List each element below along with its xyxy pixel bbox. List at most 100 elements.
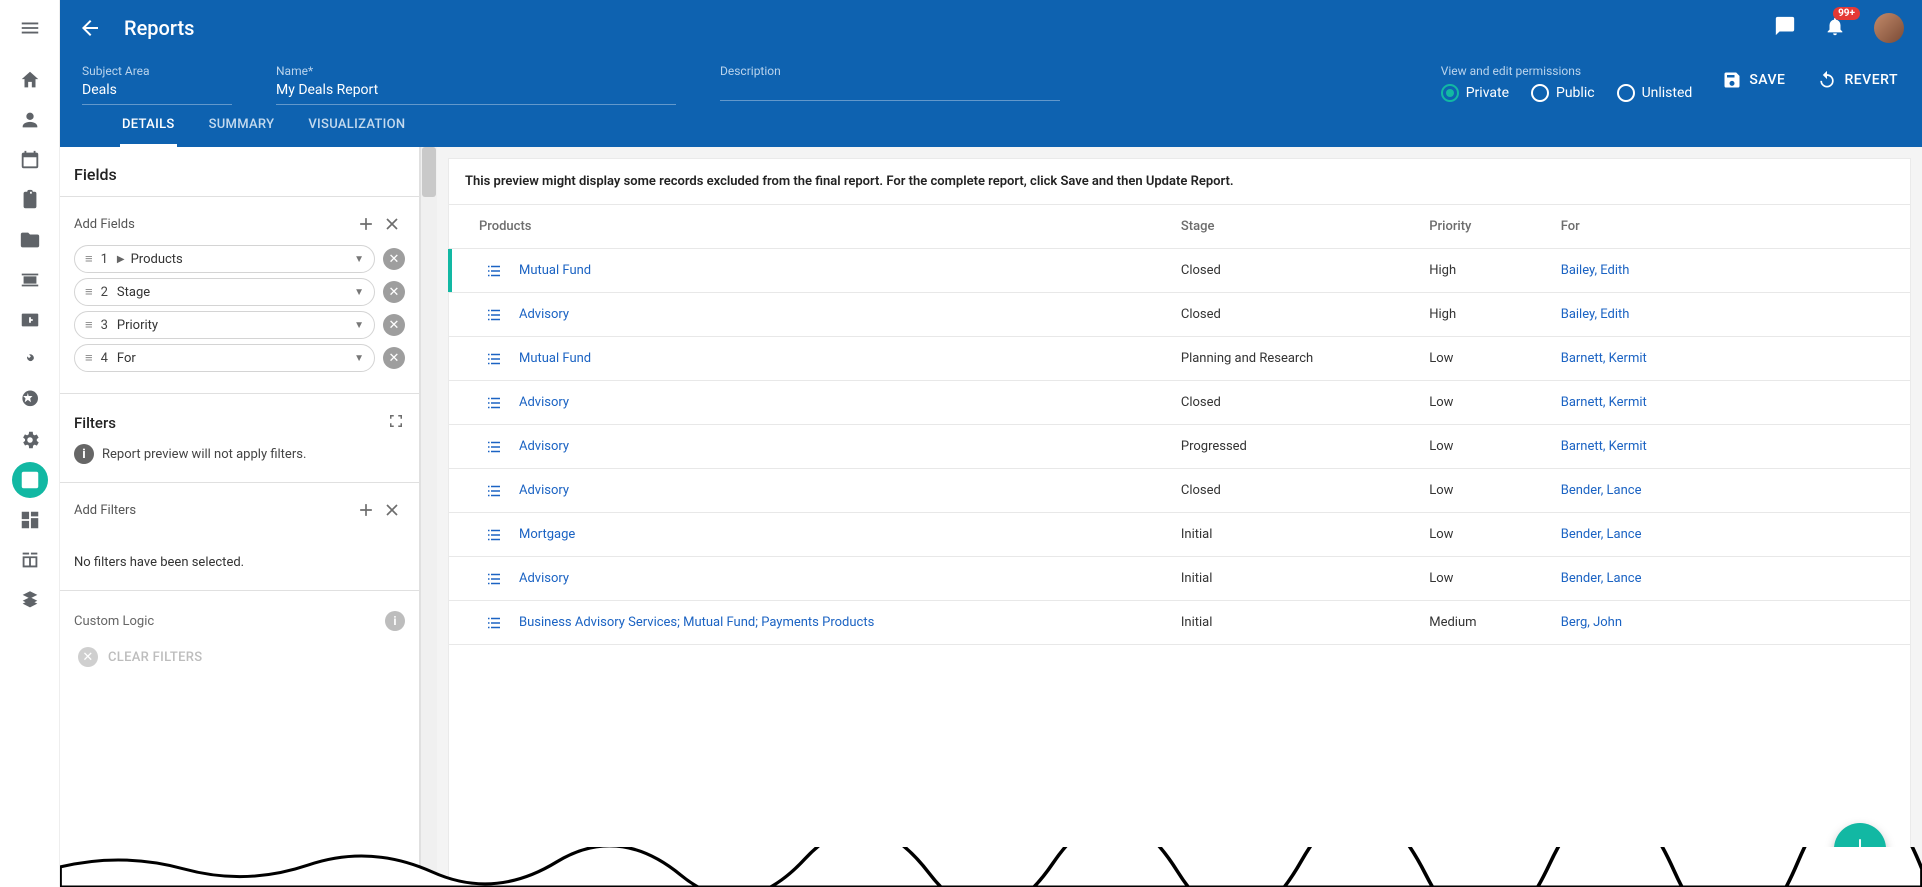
report-name-value: My Deals Report [276,81,676,105]
nav-clipboard-icon[interactable] [0,180,60,220]
col-header-for[interactable]: For [1545,205,1910,249]
field-chip-body[interactable]: ≡ 2 Stage ▼ [74,278,375,306]
nav-home-icon[interactable] [0,60,60,100]
cell-products[interactable]: Advisory [519,571,569,586]
table-row[interactable]: Advisory Progressed Low Barnett, Kermit [449,425,1910,469]
list-icon [485,352,503,366]
chevron-down-icon[interactable]: ▼ [354,353,364,364]
nav-tools-icon[interactable] [0,340,60,380]
list-icon [485,264,503,278]
nav-money-icon[interactable] [0,300,60,340]
cell-for[interactable]: Bender, Lance [1561,527,1642,542]
subject-area-field[interactable]: Subject Area Deals [82,64,232,105]
table-row[interactable]: Mortgage Initial Low Bender, Lance [449,513,1910,557]
table-row[interactable]: Business Advisory Services; Mutual Fund;… [449,601,1910,645]
field-index: 3 [101,318,108,333]
table-row[interactable]: Advisory Closed Low Bender, Lance [449,469,1910,513]
remove-field-button[interactable]: ✕ [383,281,405,303]
save-button[interactable]: SAVE [1720,64,1787,96]
fab-add-button[interactable]: ＋ [1834,823,1886,875]
back-button[interactable] [78,16,102,40]
report-name-field[interactable]: Name* My Deals Report [276,64,676,105]
cell-products[interactable]: Business Advisory Services; Mutual Fund;… [519,615,874,630]
nav-dashboard-icon[interactable] [0,500,60,540]
cell-products[interactable]: Mortgage [519,527,575,542]
tab-summary[interactable]: SUMMARY [207,105,277,147]
tab-visualization[interactable]: VISUALIZATION [306,105,407,147]
field-chip-body[interactable]: ≡ 3 Priority ▼ [74,311,375,339]
nav-profile-icon[interactable] [0,100,60,140]
drag-handle-icon[interactable]: ≡ [85,284,93,300]
nav-reports-icon[interactable] [0,460,60,500]
col-header-priority[interactable]: Priority [1413,205,1544,249]
nav-folder-icon[interactable] [0,220,60,260]
table-row[interactable]: Mutual Fund Planning and Research Low Ba… [449,337,1910,381]
cell-for[interactable]: Barnett, Kermit [1561,351,1647,366]
nav-contacts-icon[interactable] [0,260,60,300]
close-filters-button[interactable] [379,497,405,523]
radio-public[interactable]: Public [1531,84,1595,102]
hamburger-menu[interactable] [0,0,59,56]
table-row[interactable]: Advisory Initial Low Bender, Lance [449,557,1910,601]
remove-field-button[interactable]: ✕ [383,347,405,369]
remove-field-button[interactable]: ✕ [383,314,405,336]
cell-products[interactable]: Advisory [519,307,569,322]
cell-products[interactable]: Mutual Fund [519,263,591,278]
permissions-group: View and edit permissions Private Public… [1441,64,1693,102]
add-filter-button[interactable] [353,497,379,523]
field-chip-body[interactable]: ≡ 1 ▶ Products ▼ [74,245,375,273]
nav-layers-icon[interactable] [0,580,60,620]
table-row[interactable]: Advisory Closed Low Barnett, Kermit [449,381,1910,425]
custom-logic-info-icon[interactable]: i [385,611,405,631]
drag-handle-icon[interactable]: ≡ [85,251,93,267]
cell-for[interactable]: Bailey, Edith [1561,263,1630,278]
cell-stage: Initial [1165,601,1413,645]
user-avatar[interactable] [1874,13,1904,43]
cell-stage: Closed [1165,293,1413,337]
remove-field-button[interactable]: ✕ [383,248,405,270]
cell-for[interactable]: Bailey, Edith [1561,307,1630,322]
tab-details[interactable]: DETAILS [120,105,177,147]
cell-for[interactable]: Bender, Lance [1561,571,1642,586]
table-row[interactable]: Mutual Fund Closed High Bailey, Edith [449,249,1910,293]
radio-private[interactable]: Private [1441,84,1509,102]
chevron-down-icon[interactable]: ▼ [354,320,364,331]
col-header-products[interactable]: Products [449,205,1165,249]
field-label: Priority [117,318,158,333]
report-config-bar: Subject Area Deals Name* My Deals Report… [60,56,1922,105]
description-field[interactable]: Description [720,64,1060,105]
cell-products[interactable]: Advisory [519,395,569,410]
nav-favorites-icon[interactable] [0,380,60,420]
cell-for[interactable]: Berg, John [1561,615,1622,630]
cell-priority: Low [1413,381,1544,425]
expand-filters-icon[interactable] [387,412,405,434]
cell-for[interactable]: Barnett, Kermit [1561,439,1647,454]
cell-products[interactable]: Mutual Fund [519,351,591,366]
subject-area-label: Subject Area [82,64,232,78]
add-field-button[interactable] [353,211,379,237]
radio-unlisted[interactable]: Unlisted [1617,84,1693,102]
list-icon [485,528,503,542]
cell-for[interactable]: Barnett, Kermit [1561,395,1647,410]
drag-handle-icon[interactable]: ≡ [85,350,93,366]
col-header-stage[interactable]: Stage [1165,205,1413,249]
field-chip-body[interactable]: ≡ 4 For ▼ [74,344,375,372]
cell-for[interactable]: Bender, Lance [1561,483,1642,498]
nav-calendar-icon[interactable] [0,140,60,180]
clear-filters-button[interactable]: ✕ CLEAR FILTERS [60,637,419,677]
revert-button[interactable]: REVERT [1815,64,1900,96]
field-chip: ≡ 2 Stage ▼ ✕ [74,278,405,306]
left-scrollbar[interactable] [420,147,437,887]
field-chip: ≡ 3 Priority ▼ ✕ [74,311,405,339]
nav-library-icon[interactable] [0,540,60,580]
chevron-down-icon[interactable]: ▼ [354,254,364,265]
close-fields-button[interactable] [379,211,405,237]
notifications-icon[interactable]: 99+ [1824,15,1846,41]
nav-settings-icon[interactable] [0,420,60,460]
messages-icon[interactable] [1774,15,1796,41]
table-row[interactable]: Advisory Closed High Bailey, Edith [449,293,1910,337]
drag-handle-icon[interactable]: ≡ [85,317,93,333]
cell-products[interactable]: Advisory [519,483,569,498]
cell-products[interactable]: Advisory [519,439,569,454]
chevron-down-icon[interactable]: ▼ [354,287,364,298]
